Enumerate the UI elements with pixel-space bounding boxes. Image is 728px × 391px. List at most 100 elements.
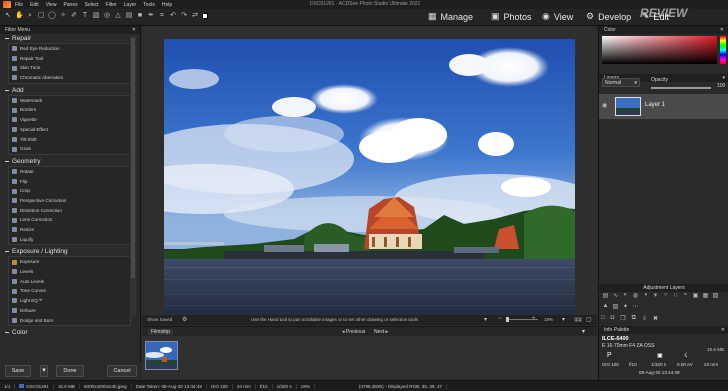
- filmstrip-menu-icon[interactable]: ▾: [582, 328, 585, 335]
- settings-icon[interactable]: ⚙: [182, 316, 187, 323]
- dehaze-adj-icon[interactable]: ≈: [681, 292, 690, 300]
- fit-window-icon[interactable]: ▢: [586, 316, 592, 323]
- undo-icon[interactable]: ↶: [169, 12, 177, 20]
- filter-chromatic-aberration[interactable]: Chromatic Aberration: [9, 73, 130, 83]
- mode-develop[interactable]: ⚙ Develop: [586, 11, 631, 22]
- menu-view[interactable]: View: [46, 2, 57, 8]
- light-eq-adj-icon[interactable]: ☀: [651, 292, 660, 300]
- next-button[interactable]: Next ▸: [374, 329, 388, 335]
- opacity-slider[interactable]: [651, 87, 711, 89]
- zoom-level[interactable]: 18%: [544, 317, 553, 322]
- hue-slider[interactable]: [720, 36, 726, 64]
- vignette-adj-icon[interactable]: ○: [661, 292, 670, 300]
- filmstrip-thumbnail[interactable]: [145, 341, 178, 370]
- visibility-eye-icon[interactable]: ◉: [602, 102, 607, 109]
- filter-exposure[interactable]: Exposure: [9, 257, 130, 267]
- filter-dodge-and-burn[interactable]: Dodge and Burn: [9, 316, 130, 326]
- filter-rotate[interactable]: Rotate: [9, 167, 130, 177]
- zoom-in-icon[interactable]: +: [532, 316, 536, 322]
- swap-colors-icon[interactable]: ⇄: [191, 12, 199, 20]
- hsl-adj-icon[interactable]: ◍: [631, 292, 640, 300]
- filter-dehaze[interactable]: Dehaze: [9, 306, 130, 316]
- section-title[interactable]: Exposure / Lighting: [5, 247, 140, 256]
- panel-close-icon[interactable]: ✕: [721, 326, 725, 334]
- sharpen-adj-icon[interactable]: ▲: [601, 303, 610, 311]
- menu-filter[interactable]: Filter: [106, 2, 117, 8]
- zoom-menu-icon[interactable]: ▾: [562, 316, 565, 323]
- color-balance-adj-icon[interactable]: ◑: [641, 292, 650, 300]
- special-adj-icon[interactable]: ✦: [621, 303, 630, 311]
- filter-levels[interactable]: Levels: [9, 267, 130, 277]
- crop-icon[interactable]: ⌗: [158, 12, 166, 20]
- menu-edit[interactable]: Edit: [30, 2, 39, 8]
- eyedropper-icon[interactable]: ✒: [147, 12, 155, 20]
- filter-special-effect[interactable]: Special Effect: [9, 125, 130, 135]
- section-title[interactable]: Geometry: [5, 157, 140, 166]
- new-layer-icon[interactable]: □: [601, 315, 605, 324]
- magic-wand-icon[interactable]: ✧: [59, 12, 67, 20]
- brush-icon[interactable]: ✐: [70, 12, 78, 20]
- filter-tilt-shift[interactable]: Tilt-Shift: [9, 135, 130, 145]
- grain-adj-icon[interactable]: ∷: [671, 292, 680, 300]
- dropdown-icon[interactable]: ▾: [40, 365, 48, 377]
- menu-file[interactable]: File: [15, 2, 23, 8]
- done-button[interactable]: Done: [56, 365, 84, 377]
- panel-close-icon[interactable]: ✕: [132, 26, 136, 34]
- filter-vignette[interactable]: Vignette: [9, 115, 130, 125]
- filter-light-eq[interactable]: Light EQ™: [9, 296, 130, 306]
- filmstrip-tab[interactable]: Filmstrip: [148, 329, 173, 335]
- bw-adj-icon[interactable]: ▣: [691, 292, 700, 300]
- layer-row[interactable]: ◉ Layer 1: [599, 94, 728, 119]
- lasso-icon[interactable]: ◯: [48, 12, 56, 20]
- mode-photos[interactable]: ▣ Photos: [491, 11, 532, 22]
- filter-lens-correction[interactable]: Lens Correction: [9, 215, 130, 225]
- arrow-tool-icon[interactable]: ↖: [4, 12, 12, 20]
- exposure-adj-icon[interactable]: ◐: [621, 292, 630, 300]
- filter-watermark[interactable]: Watermark: [9, 96, 130, 106]
- menu-help[interactable]: Help: [162, 2, 172, 8]
- color-picker-field[interactable]: [602, 36, 717, 64]
- image-canvas[interactable]: [142, 26, 597, 317]
- section-title[interactable]: Repair: [5, 34, 140, 43]
- zoom-out-icon[interactable]: −: [498, 316, 502, 322]
- zoom-slider-handle[interactable]: [506, 317, 509, 322]
- noise-adj-icon[interactable]: ▨: [611, 303, 620, 311]
- filter-skin-tune[interactable]: Skin Tune: [9, 63, 130, 73]
- filter-flip[interactable]: Flip: [9, 177, 130, 187]
- menu-tools[interactable]: Tools: [143, 2, 155, 8]
- hand-tool-icon[interactable]: ✋: [15, 12, 24, 20]
- add-mask-icon[interactable]: ◘: [611, 315, 615, 324]
- gradient-icon[interactable]: ▤: [125, 12, 133, 20]
- layer-name[interactable]: Layer 1: [645, 102, 665, 108]
- eraser-icon[interactable]: ▧: [92, 12, 100, 20]
- zoom-dropdown-icon[interactable]: ▾: [484, 316, 487, 323]
- filter-resize[interactable]: Resize: [9, 225, 130, 235]
- filter-grain[interactable]: Grain: [9, 144, 130, 154]
- photo-image[interactable]: [164, 39, 575, 314]
- menu-panes[interactable]: Panes: [63, 2, 77, 8]
- panel-close-icon[interactable]: ✕: [720, 26, 724, 34]
- redo-icon[interactable]: ↷: [180, 12, 188, 20]
- duplicate-layer-icon[interactable]: ⧉: [632, 315, 636, 324]
- levels-adj-icon[interactable]: ▤: [601, 292, 610, 300]
- blend-mode-select[interactable]: Normal ▾: [602, 78, 640, 87]
- mode-manage[interactable]: ▦ Manage: [428, 11, 473, 22]
- text-tool-icon[interactable]: T: [81, 12, 89, 20]
- previous-button[interactable]: ◂ Previous: [342, 329, 365, 335]
- delete-layer-icon[interactable]: ✖: [653, 315, 658, 324]
- filter-tone-curves[interactable]: Tone Curves: [9, 286, 130, 296]
- group-layer-icon[interactable]: ❐: [620, 315, 625, 324]
- opacity-value[interactable]: 100: [717, 83, 725, 89]
- shape-icon[interactable]: △: [114, 12, 122, 20]
- wb-adj-icon[interactable]: ▧: [711, 292, 720, 300]
- panel-menu-icon[interactable]: ▾: [722, 74, 725, 82]
- fill-icon[interactable]: ■: [136, 12, 144, 20]
- mode-view[interactable]: ◉ View: [542, 11, 573, 22]
- show-saved-button[interactable]: Show Saved: [147, 317, 172, 322]
- menu-layer[interactable]: Layer: [124, 2, 137, 8]
- filter-auto-levels[interactable]: Auto Levels: [9, 277, 130, 287]
- menu-select[interactable]: Select: [85, 2, 99, 8]
- filter-red-eye-reduction[interactable]: Red Eye Reduction: [9, 44, 130, 54]
- filter-borders[interactable]: Borders: [9, 105, 130, 115]
- merge-layer-icon[interactable]: ⇩: [642, 315, 647, 324]
